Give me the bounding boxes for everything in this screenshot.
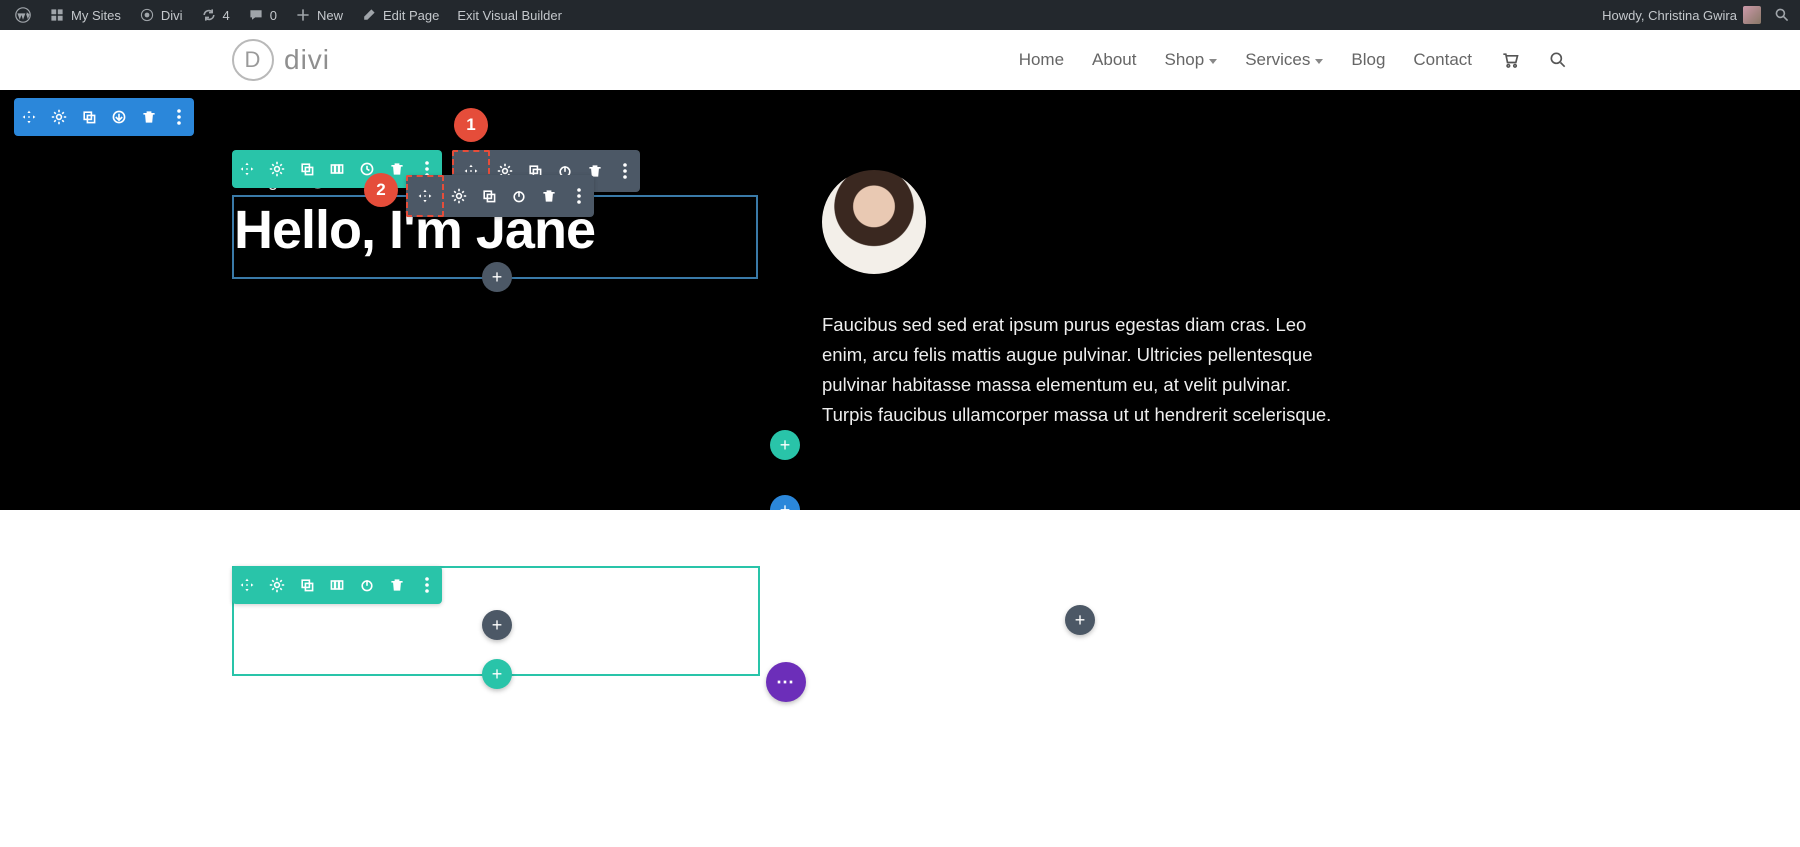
add-row-button[interactable]: + [770,430,800,460]
section-save-button[interactable] [104,98,134,136]
edit-page-link[interactable]: Edit Page [352,0,448,30]
new-link[interactable]: New [286,0,352,30]
nav-shop[interactable]: Shop [1164,50,1217,70]
module-move-button[interactable] [410,179,440,213]
row2-settings-button[interactable] [262,566,292,604]
site-name-link[interactable]: Divi [130,0,192,30]
section-move-button[interactable] [14,98,44,136]
hero-bio-text: Faucibus sed sed erat ipsum purus egesta… [822,310,1342,430]
main-nav: Home About Shop Services Blog Contact [1019,50,1568,70]
row-outline: + + [232,566,760,676]
section-2: + + + ⋯ [0,510,1800,796]
site-name-label: Divi [161,8,183,23]
module-power-button[interactable] [504,177,534,215]
section-duplicate-button[interactable] [74,98,104,136]
home-icon [139,7,155,23]
nav-blog[interactable]: Blog [1351,50,1385,70]
add-column2-module-button[interactable]: + [1065,605,1095,635]
site-header: D divi Home About Shop Services Blog Con… [0,30,1800,90]
my-sites-label: My Sites [71,8,121,23]
edit-page-label: Edit Page [383,8,439,23]
add-column-module-button[interactable]: + [482,610,512,640]
cart-button[interactable] [1500,50,1520,70]
chevron-down-icon [1209,59,1217,64]
module-delete-button[interactable] [534,177,564,215]
chevron-down-icon [1315,59,1323,64]
section-toolbar [14,98,194,136]
search-icon [1548,50,1568,70]
section-more-button[interactable] [164,98,194,136]
profile-avatar [822,170,926,274]
user-avatar-icon [1743,6,1761,24]
row2-save-button[interactable] [352,566,382,604]
site-logo[interactable]: D divi [232,39,330,81]
exit-vb-label: Exit Visual Builder [457,8,562,23]
comments-link[interactable]: 0 [239,0,286,30]
logo-mark-icon: D [232,39,274,81]
greeting-label: Howdy, Christina Gwira [1602,8,1737,23]
plus-icon [295,7,311,23]
row2-more-button[interactable] [412,566,442,604]
builder-settings-button[interactable]: ⋯ [766,662,806,702]
annotation-badge-1: 1 [454,108,488,142]
network-icon [49,7,65,23]
row-move-button[interactable] [232,150,262,188]
updates-link[interactable]: 4 [192,0,239,30]
updates-count: 4 [223,8,230,23]
logo-text: divi [284,44,330,76]
avatar-image [822,170,926,274]
account-link[interactable]: Howdy, Christina Gwira [1593,0,1770,30]
comment-icon [248,7,264,23]
column-more-button[interactable] [610,152,640,190]
section-delete-button[interactable] [134,98,164,136]
module-more-button[interactable] [564,177,594,215]
nav-home[interactable]: Home [1019,50,1064,70]
nav-search-button[interactable] [1548,50,1568,70]
section-settings-button[interactable] [44,98,74,136]
nav-services[interactable]: Services [1245,50,1323,70]
row2-columns-button[interactable] [322,566,352,604]
pencil-icon [361,7,377,23]
module-duplicate-button[interactable] [474,177,504,215]
wordpress-icon [15,7,31,23]
admin-search-button[interactable] [1770,0,1794,30]
wp-admin-bar: My Sites Divi 4 0 New [0,0,1800,30]
exit-vb-link[interactable]: Exit Visual Builder [448,0,571,30]
row-settings-button[interactable] [262,150,292,188]
new-label: New [317,8,343,23]
nav-contact[interactable]: Contact [1413,50,1472,70]
module-toolbar [406,175,594,217]
row2-delete-button[interactable] [382,566,412,604]
module-selection-outline: 2 Hello, I'm Jane + [232,195,758,279]
hero-section: 1 Designer @ DIVI 2 [0,90,1800,510]
add-row-button-2[interactable]: + [482,659,512,689]
row-duplicate-button[interactable] [292,150,322,188]
nav-about[interactable]: About [1092,50,1136,70]
add-module-button[interactable]: + [482,262,512,292]
cart-icon [1500,50,1520,70]
highlighted-move-handle [406,175,444,217]
annotation-badge-2: 2 [364,173,398,207]
wp-logo[interactable] [6,0,40,30]
search-icon [1774,7,1790,23]
my-sites-link[interactable]: My Sites [40,0,130,30]
update-icon [201,7,217,23]
module-settings-button[interactable] [444,177,474,215]
comments-count: 0 [270,8,277,23]
row2-toolbar [232,566,442,604]
row-columns-button[interactable] [322,150,352,188]
row2-move-button[interactable] [232,566,262,604]
row2-duplicate-button[interactable] [292,566,322,604]
